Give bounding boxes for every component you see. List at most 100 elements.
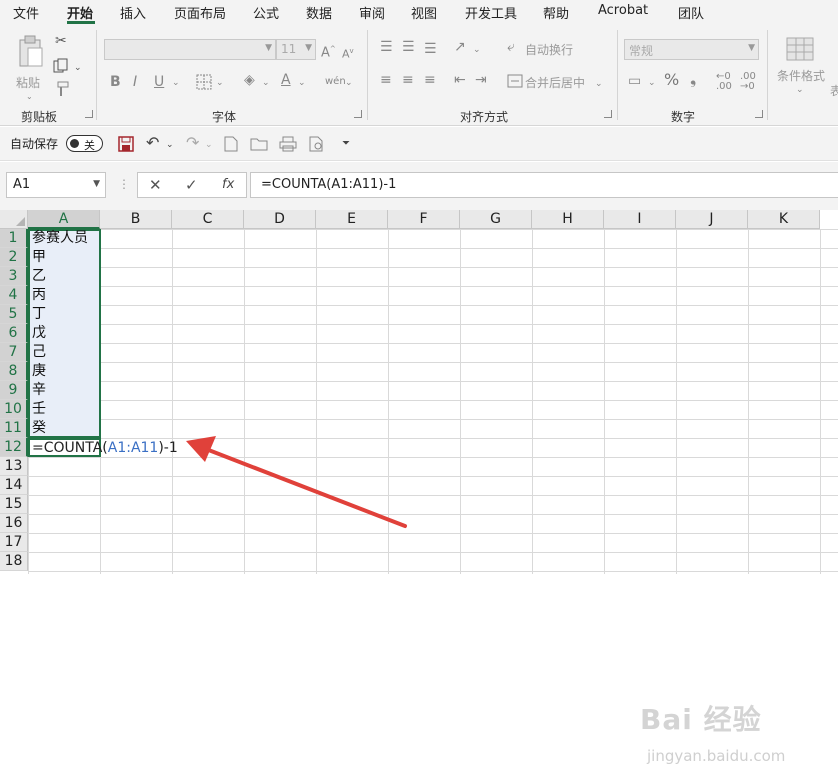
- chevron-down-icon[interactable]: ⌄: [298, 75, 306, 91]
- wrap-text-icon[interactable]: ⤶: [507, 39, 515, 55]
- align-center-icon[interactable]: ≡: [402, 72, 414, 88]
- row-header-17[interactable]: 17: [0, 533, 28, 552]
- bold-button[interactable]: B: [110, 74, 121, 90]
- align-bottom-icon[interactable]: ☰: [424, 41, 437, 57]
- active-edit-cell[interactable]: =COUNTA(A1:A11)-1: [28, 438, 178, 457]
- row-header-1[interactable]: 1: [0, 229, 28, 248]
- wrap-text-button[interactable]: 自动换行: [525, 41, 573, 58]
- underline-button[interactable]: U: [154, 74, 164, 90]
- column-header-h[interactable]: H: [532, 210, 604, 229]
- column-header-a[interactable]: A: [28, 210, 100, 229]
- chevron-down-icon[interactable]: ⌄: [166, 137, 174, 153]
- align-right-icon[interactable]: ≡: [424, 72, 436, 88]
- column-header-c[interactable]: C: [172, 210, 244, 229]
- column-header-b[interactable]: B: [100, 210, 172, 229]
- print-icon[interactable]: [279, 136, 297, 152]
- column-header-i[interactable]: I: [604, 210, 676, 229]
- fill-color-icon[interactable]: ◈: [244, 72, 255, 88]
- column-header-g[interactable]: G: [460, 210, 532, 229]
- comma-style-icon[interactable]: ❟: [690, 71, 696, 87]
- formula-input[interactable]: =COUNTA(A1:A11)-1: [250, 172, 838, 198]
- copy-dropdown-icon[interactable]: ⌄: [74, 60, 82, 76]
- cancel-icon[interactable]: ✕: [149, 176, 162, 194]
- cell-a4[interactable]: 丙: [32, 286, 46, 305]
- alignment-launcher-icon[interactable]: [604, 110, 612, 118]
- row-header-10[interactable]: 10: [0, 400, 28, 419]
- phonetic-icon[interactable]: wén: [325, 74, 346, 90]
- number-format-select[interactable]: 常规 ▼: [624, 39, 759, 60]
- open-folder-icon[interactable]: [250, 137, 268, 151]
- align-middle-icon[interactable]: ☰: [402, 39, 415, 55]
- chevron-down-icon[interactable]: ⌄: [648, 75, 656, 91]
- font-color-icon[interactable]: A: [281, 72, 291, 88]
- decrease-indent-icon[interactable]: ⇤: [454, 72, 466, 88]
- font-name-select[interactable]: ▼: [104, 39, 276, 60]
- cell-a10[interactable]: 壬: [32, 400, 46, 419]
- menu-acrobat[interactable]: Acrobat: [598, 3, 648, 18]
- orientation-icon[interactable]: ↗: [454, 39, 466, 55]
- align-top-icon[interactable]: ☰: [380, 39, 393, 55]
- font-launcher-icon[interactable]: [354, 110, 362, 118]
- row-header-8[interactable]: 8: [0, 362, 28, 381]
- cell-a7[interactable]: 己: [32, 343, 46, 362]
- cell-a9[interactable]: 辛: [32, 381, 46, 400]
- row-header-4[interactable]: 4: [0, 286, 28, 305]
- cell-a5[interactable]: 丁: [32, 305, 46, 324]
- row-header-6[interactable]: 6: [0, 324, 28, 343]
- cell-a2[interactable]: 甲: [32, 248, 46, 267]
- menu-formulas[interactable]: 公式: [253, 3, 279, 22]
- menu-data[interactable]: 数据: [306, 3, 332, 22]
- print-preview-icon[interactable]: [309, 136, 325, 152]
- percent-button[interactable]: %: [664, 72, 679, 88]
- row-header-9[interactable]: 9: [0, 381, 28, 400]
- row-header-3[interactable]: 3: [0, 267, 28, 286]
- chevron-down-icon[interactable]: ⌄: [796, 82, 804, 98]
- menu-insert[interactable]: 插入: [120, 3, 146, 22]
- row-header-12[interactable]: 12: [0, 438, 28, 457]
- merge-center-icon[interactable]: [507, 73, 523, 89]
- chevron-down-icon[interactable]: ⌄: [345, 75, 353, 91]
- spreadsheet-grid[interactable]: A B C D E F G H I J K 1 2 3 4 5 6 7 8 9 10 11 12 13 14 15 16 17 18 参赛…: [0, 210, 838, 765]
- menu-help[interactable]: 帮助: [543, 3, 569, 22]
- clipboard-launcher-icon[interactable]: [85, 110, 93, 118]
- merge-center-button[interactable]: 合并后居中: [525, 74, 585, 91]
- chevron-down-icon[interactable]: ⌄: [473, 42, 481, 58]
- redo-icon[interactable]: ↷: [186, 135, 199, 151]
- column-header-k[interactable]: K: [748, 210, 820, 229]
- paste-button[interactable]: 粘贴 ⌄: [14, 32, 48, 101]
- name-box[interactable]: A1 ▼: [6, 172, 106, 198]
- menu-file[interactable]: 文件: [13, 3, 39, 22]
- copy-icon[interactable]: [53, 58, 69, 74]
- format-as-table-button[interactable]: 表: [830, 82, 838, 99]
- row-header-2[interactable]: 2: [0, 248, 28, 267]
- more-options-icon[interactable]: ⋮: [118, 177, 130, 191]
- customize-qat-icon[interactable]: ⏷: [342, 136, 350, 152]
- italic-button[interactable]: I: [133, 74, 137, 90]
- decrease-font-icon[interactable]: Av: [342, 43, 354, 63]
- cell-a3[interactable]: 乙: [32, 267, 46, 286]
- chevron-down-icon[interactable]: ⌄: [172, 75, 180, 91]
- conditional-format-icon[interactable]: [786, 37, 814, 61]
- row-header-14[interactable]: 14: [0, 476, 28, 495]
- column-header-j[interactable]: J: [676, 210, 748, 229]
- save-icon[interactable]: [118, 136, 134, 152]
- cell-a6[interactable]: 戊: [32, 324, 46, 343]
- menu-page-layout[interactable]: 页面布局: [174, 3, 226, 22]
- row-header-18[interactable]: 18: [0, 552, 28, 571]
- cell-a1[interactable]: 参赛人员: [32, 229, 88, 248]
- new-file-icon[interactable]: [224, 136, 238, 152]
- row-header-5[interactable]: 5: [0, 305, 28, 324]
- row-header-11[interactable]: 11: [0, 419, 28, 438]
- undo-icon[interactable]: ↶: [146, 135, 159, 151]
- enter-icon[interactable]: ✓: [185, 176, 198, 194]
- borders-icon[interactable]: [196, 74, 212, 90]
- decrease-decimal-icon[interactable]: .00 →0: [740, 72, 756, 92]
- increase-font-icon[interactable]: A^: [321, 41, 336, 61]
- insert-function-button[interactable]: fx: [222, 177, 234, 192]
- chevron-down-icon[interactable]: ⌄: [262, 75, 270, 91]
- font-size-select[interactable]: 11 ▼: [276, 39, 316, 60]
- column-header-d[interactable]: D: [244, 210, 316, 229]
- format-painter-icon[interactable]: [54, 81, 70, 97]
- row-header-16[interactable]: 16: [0, 514, 28, 533]
- align-left-icon[interactable]: ≡: [380, 72, 392, 88]
